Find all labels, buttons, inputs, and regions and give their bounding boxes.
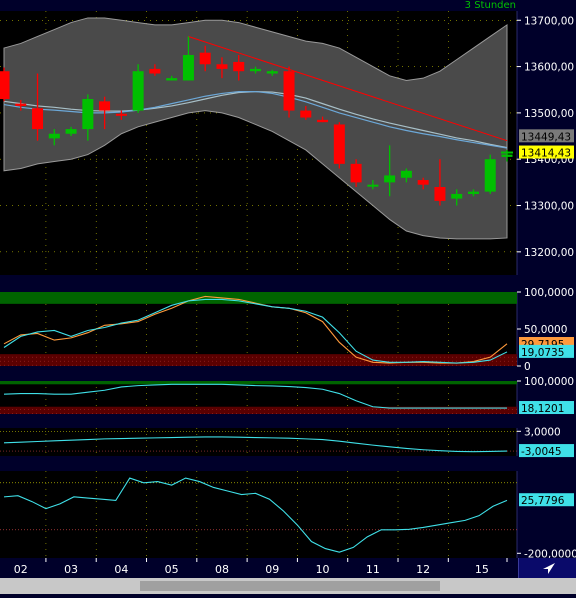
oscillator_1-tick-label: 50,0000: [524, 324, 567, 336]
oscillator_1-panel: 100,000050,0000029,719519,0735: [0, 287, 576, 373]
candle-body: [199, 52, 211, 65]
candle-body: [417, 180, 429, 185]
oscillator_2-tick-label: 100,0000: [524, 376, 574, 388]
timeframe-label: 3 Stunden: [465, 0, 516, 11]
candle-body: [15, 103, 27, 106]
candle-body: [317, 119, 329, 123]
price-panel: 13200,0013300,0013400,0013500,0013600,00…: [0, 11, 576, 275]
candle-body: [0, 71, 10, 99]
candle-body: [65, 129, 77, 134]
cci-value-tag-text: 25,7796: [521, 495, 565, 507]
candle-body: [250, 68, 261, 72]
cci-axis-area: [517, 471, 576, 558]
cci-plot-area: [0, 471, 517, 558]
x-axis-label: 15: [475, 563, 489, 576]
candle-body: [233, 61, 245, 72]
x-axis-label: 12: [416, 563, 430, 576]
candle-body: [32, 108, 44, 130]
oscillator_1-oversold-zone: [0, 354, 517, 366]
price-tick-label: 13600,00: [524, 62, 574, 74]
candle-body: [467, 191, 479, 194]
price-tick-label: 13300,00: [524, 201, 574, 213]
oscillator_2-panel: 100,0000 18,1201: [0, 376, 576, 415]
scrollbar-thumb: [140, 581, 440, 591]
candle-body: [132, 71, 144, 111]
chart-canvas[interactable]: 3 Stunden13200,0013300,0013400,0013500,0…: [0, 0, 576, 594]
candle-body: [300, 110, 312, 118]
oscillator_3-plot-area: [0, 428, 517, 456]
oscillator_1-value-tag-text: 19,0735: [521, 347, 564, 359]
candle-body: [484, 159, 496, 192]
oscillator_2-value-tag-text: 18,1201: [521, 403, 564, 415]
x-axis-label: 11: [366, 563, 380, 576]
candle-body: [400, 170, 412, 178]
candle-body: [350, 163, 362, 183]
toolbar-corner-button[interactable]: [518, 558, 576, 578]
candle-body: [367, 184, 379, 187]
x-axis-label: 10: [316, 563, 330, 576]
candle-body: [216, 64, 228, 69]
x-axis-label: 08: [215, 563, 229, 576]
oscillator_1-tick-label: 100,0000: [524, 287, 574, 299]
x-axis-label: 02: [14, 563, 28, 576]
oscillator_3-value-tag-text: -3,0045: [521, 446, 562, 458]
candle-body: [82, 99, 94, 130]
oscillator_1-tick-label: 0: [524, 361, 531, 373]
candle-body: [149, 68, 161, 74]
candle-body: [451, 193, 463, 199]
candle-body: [434, 187, 446, 201]
candle-body: [48, 133, 60, 139]
chart-window: 3 Stunden 13200,00 13300,00 13400,00 13500,0…: [0, 0, 576, 594]
oscillator_3-panel: 3,0000 -3,0045: [0, 426, 576, 458]
candle-body: [115, 113, 127, 116]
oscillator_3-tick-label: 3,0000: [524, 426, 561, 438]
candle-body: [166, 78, 178, 81]
candle-body: [501, 154, 513, 157]
candle-body: [384, 175, 396, 183]
cci-panel: -200,000025,7796: [0, 471, 576, 560]
price-tick-label: 13500,00: [524, 108, 574, 120]
cursor-arrow-icon: [543, 563, 555, 574]
candle-body: [283, 71, 295, 111]
x-axis-label: 09: [265, 563, 279, 576]
price-tick-label: 13700,00: [524, 15, 574, 27]
price-value-tag-text: 13414,43: [521, 148, 571, 160]
price-tick-label: 13200,00: [524, 247, 574, 259]
candle-body: [99, 101, 111, 111]
oscillator_1-overbought-zone: [0, 292, 517, 304]
price-value-tag-text: 13449,43: [521, 131, 571, 143]
x-axis-label: 04: [114, 563, 128, 576]
x-axis-label: 03: [64, 563, 78, 576]
candle-body: [333, 124, 345, 164]
x-axis-label: 05: [165, 563, 179, 576]
candle-body: [266, 71, 278, 74]
oscillator_2-overbought-zone: [0, 381, 517, 385]
candle-body: [182, 55, 194, 81]
